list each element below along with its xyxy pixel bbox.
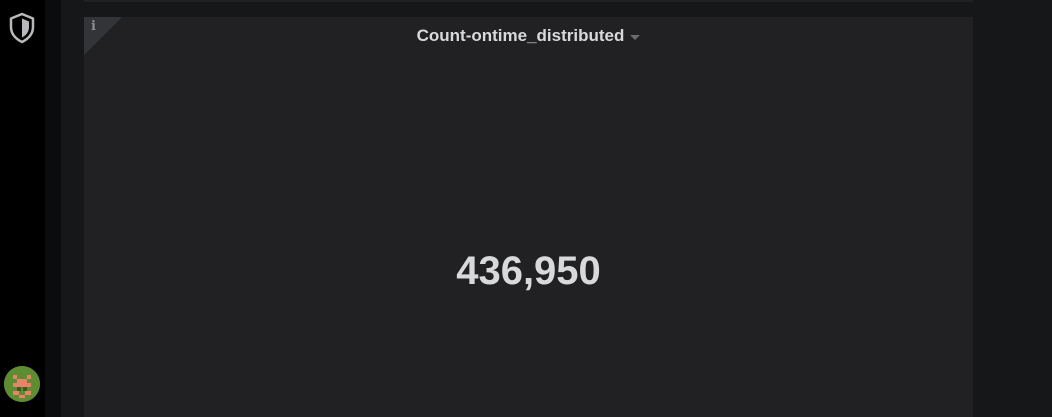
previous-panel-edge [84,0,973,2]
app-root: i Count-ontime_distributed 436,950 [0,0,1052,417]
panel-title[interactable]: Count-ontime_distributed [417,23,625,49]
user-avatar[interactable] [4,366,40,402]
user-avatar-identicon [4,366,40,402]
stat-value: 436,950 [456,249,601,293]
side-menu [0,0,45,417]
grafana-shield-icon[interactable] [8,12,36,44]
panel-header: Count-ontime_distributed [84,23,973,49]
caret-down-icon[interactable] [630,34,641,40]
side-menu-gutter [45,0,61,417]
dashboard-area: i Count-ontime_distributed 436,950 [61,0,1052,417]
panel-title-menu[interactable]: Count-ontime_distributed [417,23,641,49]
singlestat-panel[interactable]: i Count-ontime_distributed 436,950 [84,17,973,417]
